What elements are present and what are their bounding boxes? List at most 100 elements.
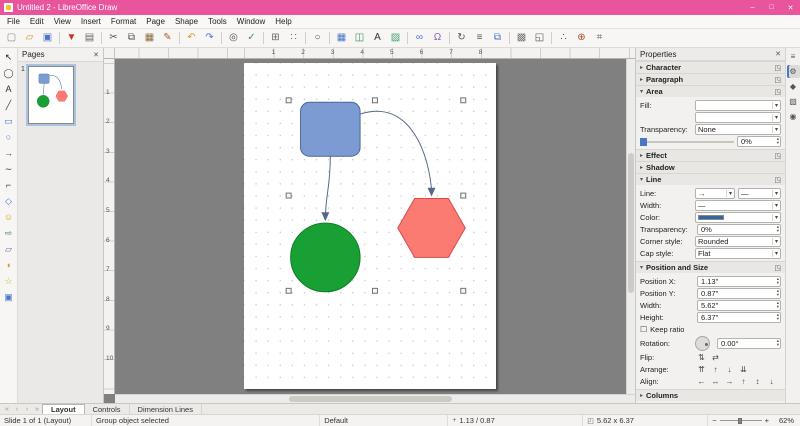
drawing-page[interactable] [244,63,496,389]
width-field[interactable]: 5.62" ▴ ▾ [697,299,781,311]
ellipse-button[interactable]: ○ [1,130,17,145]
selection-handle[interactable] [285,287,292,294]
next-page-button[interactable]: › [22,406,32,413]
cap-style-dropdown[interactable]: Flat ▾ [695,247,781,259]
insert-text-box-button[interactable]: A [369,30,386,46]
section-area[interactable]: ▾ Area ◳ [636,85,785,97]
rectangle-button[interactable]: ▭ [1,114,17,129]
select-button[interactable]: ↖ [1,50,17,65]
spinner-arrows-icon[interactable]: ▴ ▾ [777,224,779,233]
arrange-button[interactable]: ⧉ [489,30,506,46]
selection-handle[interactable] [285,192,292,199]
menu-help[interactable]: Help [270,15,296,28]
send-to-back-button[interactable]: ⇊ [737,363,750,375]
stars-and-banners-button[interactable]: ☆ [1,274,17,289]
zoom-slider-thumb[interactable] [737,417,742,424]
connectors-button[interactable]: ⌐ [1,178,17,193]
vertical-scrollbar-thumb[interactable] [628,152,634,294]
spinner-arrows-icon[interactable]: ▴ ▾ [777,136,779,145]
flowchart-button[interactable]: ▱ [1,242,17,257]
crop-image-button[interactable]: ◱ [531,30,548,46]
navigator-deck-button[interactable]: ◉ [787,110,800,123]
redo-button[interactable]: ↷ [201,30,218,46]
menu-format[interactable]: Format [106,15,141,28]
cut-button[interactable]: ✂ [105,30,122,46]
basic-shapes-button[interactable]: ◇ [1,194,17,209]
transformations-button[interactable]: ↻ [453,30,470,46]
section-character[interactable]: ▸ Character ◳ [636,61,785,73]
align-top-button[interactable]: ↑ [737,375,750,387]
cursor-position-segment[interactable]: + 1.13 / 0.87 [448,415,584,426]
transparency-slider-thumb[interactable] [640,137,647,146]
zoom-button[interactable]: ○ [309,30,326,46]
selection-handle[interactable] [371,287,378,294]
properties-deck-button[interactable]: ⚙ [786,65,800,78]
align-bottom-button[interactable]: ↓ [765,375,778,387]
selection-handle[interactable] [371,97,378,104]
align-right-button[interactable]: → [723,375,736,387]
zoom-pan-button[interactable]: ◯ [1,66,17,81]
paragraph-dialog-launcher-icon[interactable]: ◳ [774,76,781,84]
flip-vertically-button[interactable]: ⇅ [695,351,708,363]
flip-horizontally-button[interactable]: ⇄ [709,351,722,363]
paste-button[interactable]: ▦ [141,30,158,46]
insert-chart-button[interactable]: ◫ [351,30,368,46]
transparency-type-dropdown[interactable]: None ▾ [695,123,781,135]
points-button[interactable]: ∴ [555,30,572,46]
align-objects-button[interactable]: ≡ [471,30,488,46]
insert-text-box-button[interactable]: A [1,82,17,97]
tab-layout[interactable]: Layout [42,404,85,414]
connector-square-to-circle[interactable] [324,156,331,221]
insert-line-button[interactable]: ╱ [1,98,17,113]
snap-guides-button[interactable]: ∷ [285,30,302,46]
object-size-segment[interactable]: ◰ 5.62 x 6.37 [583,415,709,426]
fill-style-dropdown[interactable]: ▾ [695,99,781,111]
position-x-field[interactable]: 1.13" ▴ ▾ [697,275,781,287]
align-left-button[interactable]: ← [695,375,708,387]
spinner-arrows-icon[interactable]: ▴ ▾ [777,300,779,309]
insert-table-button[interactable]: ▦ [333,30,350,46]
spelling-button[interactable]: ✓ [243,30,260,46]
find-replace-button[interactable]: ◎ [225,30,242,46]
pages-panel-close-icon[interactable]: ✕ [93,51,99,59]
section-shadow[interactable]: ▸ Shadow [636,161,785,173]
previous-page-button[interactable]: ‹ [12,406,22,413]
display-grid-button[interactable]: ⊞ [267,30,284,46]
last-page-button[interactable]: » [32,406,42,413]
fill-color-dropdown[interactable]: ▾ [695,111,781,123]
height-field[interactable]: 6.37" ▴ ▾ [697,311,781,323]
special-character-button[interactable]: Ω [429,30,446,46]
spinner-arrows-icon[interactable]: ▴ ▾ [777,338,779,347]
titlebar[interactable]: Untitled 2 - LibreOffice Draw – □ ✕ [0,0,800,15]
blue-rounded-square[interactable] [300,101,361,157]
possize-dialog-launcher-icon[interactable]: ◳ [774,264,781,272]
insert-hyperlink-button[interactable]: ∞ [411,30,428,46]
spinner-arrows-icon[interactable]: ▴ ▾ [777,288,779,297]
line-dialog-launcher-icon[interactable]: ◳ [774,176,781,184]
tab-dimension-lines[interactable]: Dimension Lines [130,404,202,414]
minimize-button[interactable]: – [743,0,762,15]
menu-file[interactable]: File [2,15,25,28]
selection-handle[interactable] [285,97,292,104]
horizontal-scrollbar[interactable] [115,394,626,403]
print-button[interactable]: ▤ [81,30,98,46]
rotation-field[interactable]: 0.00° ▴ ▾ [717,337,781,349]
spinner-arrows-icon[interactable]: ▴ ▾ [777,276,779,285]
transparency-slider[interactable] [640,137,734,146]
red-hexagon[interactable] [397,198,466,258]
section-effect[interactable]: ▸ Effect ◳ [636,149,785,161]
tab-controls[interactable]: Controls [85,404,130,414]
effect-dialog-launcher-icon[interactable]: ◳ [774,152,781,160]
horizontal-scrollbar-thumb[interactable] [288,396,453,402]
align-middle-button[interactable]: ↕ [751,375,764,387]
rotation-dial[interactable] [695,335,710,351]
sidebar-close-icon[interactable]: ✕ [775,50,781,58]
selection-handle[interactable] [460,97,467,104]
helplines-while-moving-button[interactable]: ⌗ [591,30,608,46]
line-color-dropdown[interactable]: ▾ [695,211,781,223]
insert-image-button[interactable]: ▨ [387,30,404,46]
menu-view[interactable]: View [49,15,76,28]
selection-handle[interactable] [460,192,467,199]
copy-button[interactable]: ⧉ [123,30,140,46]
align-center-button[interactable]: ↔ [709,375,722,387]
